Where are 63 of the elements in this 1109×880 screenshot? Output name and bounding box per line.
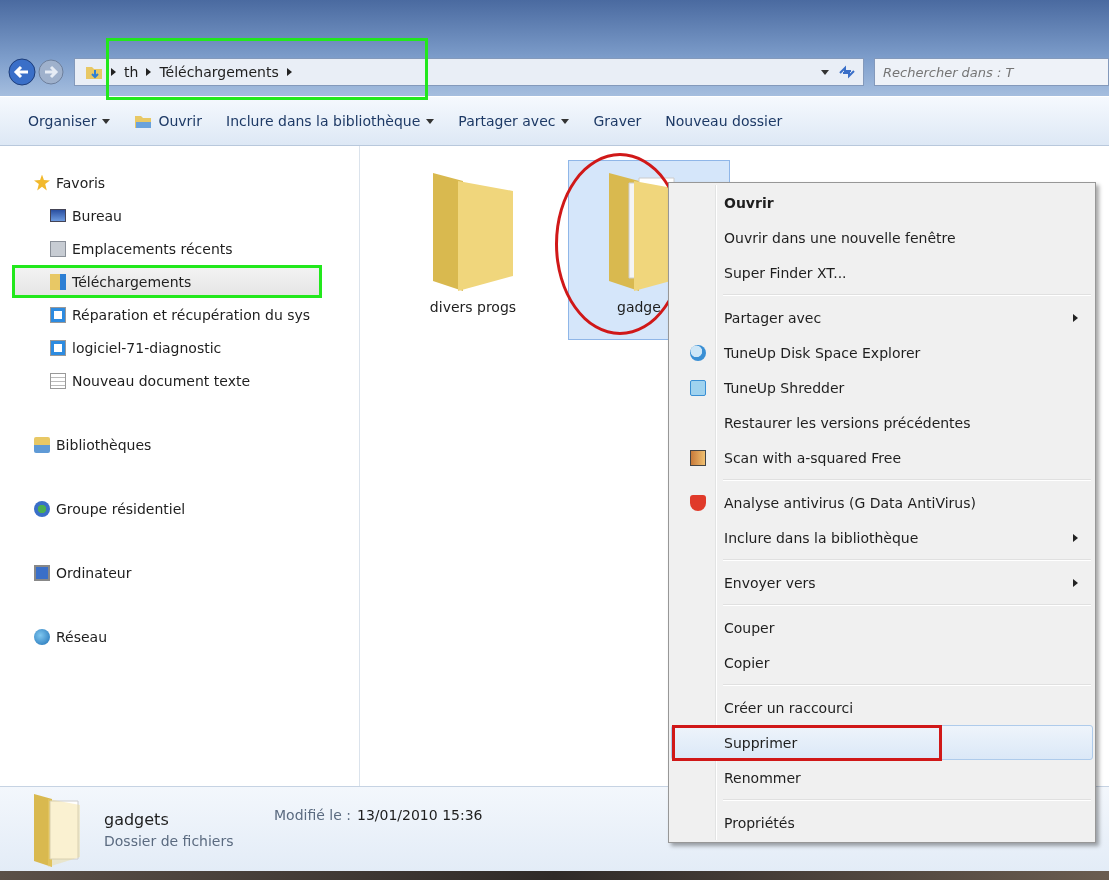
submenu-arrow-icon [1073, 533, 1078, 542]
sidebar-item[interactable]: Emplacements récents [0, 232, 359, 265]
chevron-icon [146, 68, 152, 76]
bin-icon [690, 379, 706, 396]
sidebar-item[interactable]: Téléchargements [12, 265, 322, 298]
document-icon [50, 372, 66, 389]
refresh-icon[interactable] [837, 64, 857, 80]
menu-item[interactable]: Restaurer les versions précédentes [671, 405, 1093, 440]
sidebar-item[interactable]: Bureau [0, 199, 359, 232]
computer-icon [34, 564, 50, 581]
modified-label: Modifié le : [274, 807, 351, 823]
menu-item[interactable]: Supprimer [671, 725, 1093, 760]
library-icon [34, 436, 50, 453]
menu-item[interactable]: Couper [671, 610, 1093, 645]
folder-icon [134, 113, 153, 129]
folder-item[interactable]: divers progs [398, 160, 548, 340]
menu-item[interactable]: TuneUp Shredder [671, 370, 1093, 405]
folder-name: divers progs [429, 299, 517, 315]
chevron-icon [111, 68, 116, 76]
search-field[interactable]: Rechercher dans : T [874, 58, 1109, 86]
network-icon [34, 500, 50, 517]
menu-item[interactable]: Scan with a-squared Free [671, 440, 1093, 475]
breadcrumb[interactable]: Téléchargements [159, 64, 279, 80]
menu-item[interactable]: Analyse antivirus (G Data AntiVirus) [671, 485, 1093, 520]
sidebar-item[interactable]: logiciel-71-diagnostic [0, 331, 359, 364]
address-bar[interactable]: th Téléchargements [74, 58, 864, 86]
toolbar-button[interactable]: Nouveau dossier [657, 109, 791, 133]
globe-icon [34, 628, 50, 645]
dropdown-icon[interactable] [821, 69, 829, 75]
breadcrumb[interactable]: th [124, 64, 139, 80]
submenu-arrow-icon [1073, 313, 1078, 322]
menu-item[interactable]: Envoyer vers [671, 565, 1093, 600]
sidebar-item[interactable]: Groupe résidentiel [0, 492, 359, 525]
menu-item[interactable]: Renommer [671, 760, 1093, 795]
file-name: gadgets [104, 809, 170, 829]
chevron-icon [286, 68, 292, 76]
sidebar-item[interactable]: Favoris [0, 166, 359, 199]
toolbar-button[interactable]: Organiser [20, 109, 119, 133]
caret-icon [102, 118, 111, 124]
monitor-icon [50, 209, 66, 222]
sidebar-item[interactable]: Réseau [0, 620, 359, 653]
folder-icon [85, 64, 103, 80]
shield-icon [690, 494, 706, 511]
folder-name: gadge [616, 299, 661, 315]
menu-item[interactable]: Créer un raccourci [671, 690, 1093, 725]
modified-date: 13/01/2010 15:36 [357, 807, 483, 823]
folder-icon [50, 273, 66, 290]
caret-icon [561, 118, 570, 124]
back-button[interactable] [8, 58, 36, 86]
toolbar-button[interactable]: Ouvrir [126, 109, 210, 133]
menu-item[interactable]: Inclure dans la bibliothèque [671, 520, 1093, 555]
toolbar-button[interactable]: Graver [585, 109, 650, 133]
menu-item[interactable]: Copier [671, 645, 1093, 680]
sidebar-item[interactable]: Nouveau document texte [0, 364, 359, 397]
caret-icon [426, 118, 435, 124]
toolbar-button[interactable]: Partager avec [450, 109, 578, 133]
submenu-arrow-icon [1073, 578, 1078, 587]
menu-item[interactable]: Propriétés [671, 805, 1093, 840]
sidebar-item[interactable]: Bibliothèques [0, 428, 359, 461]
toolbar-button[interactable]: Inclure dans la bibliothèque [218, 109, 443, 133]
sidebar-item[interactable]: Ordinateur [0, 556, 359, 589]
file-type: Dossier de fichiers [104, 832, 235, 849]
sidebar-item[interactable]: Réparation et récupération du sys [0, 298, 359, 331]
